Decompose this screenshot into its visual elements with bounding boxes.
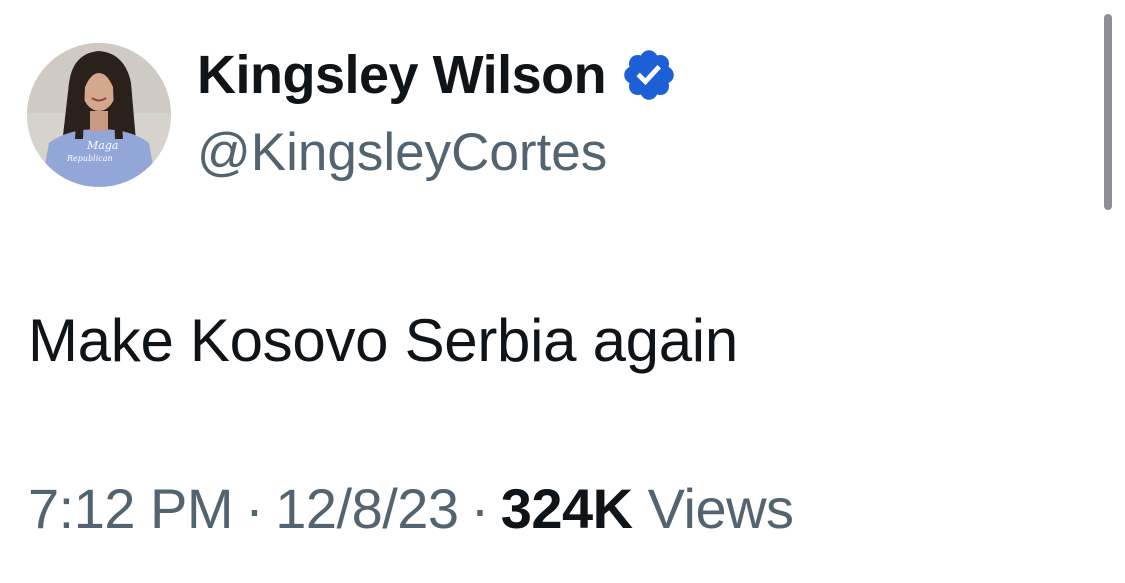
avatar[interactable]: Maga Republican [27,43,171,187]
views-count[interactable]: 324K [501,477,633,540]
author-handle[interactable]: @KingsleyCortes [197,122,607,183]
scrollbar[interactable] [1104,14,1112,210]
avatar-shirt-text-1: Maga [86,139,118,152]
tweet-text: Make Kosovo Serbia again [28,307,738,374]
views-label[interactable]: Views [648,477,794,540]
meta-separator: · [470,477,490,540]
verified-badge-icon[interactable] [620,46,678,104]
meta-separator: · [245,477,264,540]
tweet-meta: 7:12 PM · 12/8/23 · 324K Views [28,476,794,541]
author-name-row: Kingsley Wilson [197,40,678,110]
author-display-name[interactable]: Kingsley Wilson [197,44,607,106]
tweet-date[interactable]: 12/8/23 [275,477,459,540]
avatar-image: Maga Republican [27,43,171,187]
tweet-time[interactable]: 7:12 PM [28,477,234,540]
avatar-shirt-text-2: Republican [66,154,113,163]
tweet-card: Maga Republican Kingsley Wilson @Kingsle… [0,0,1125,583]
